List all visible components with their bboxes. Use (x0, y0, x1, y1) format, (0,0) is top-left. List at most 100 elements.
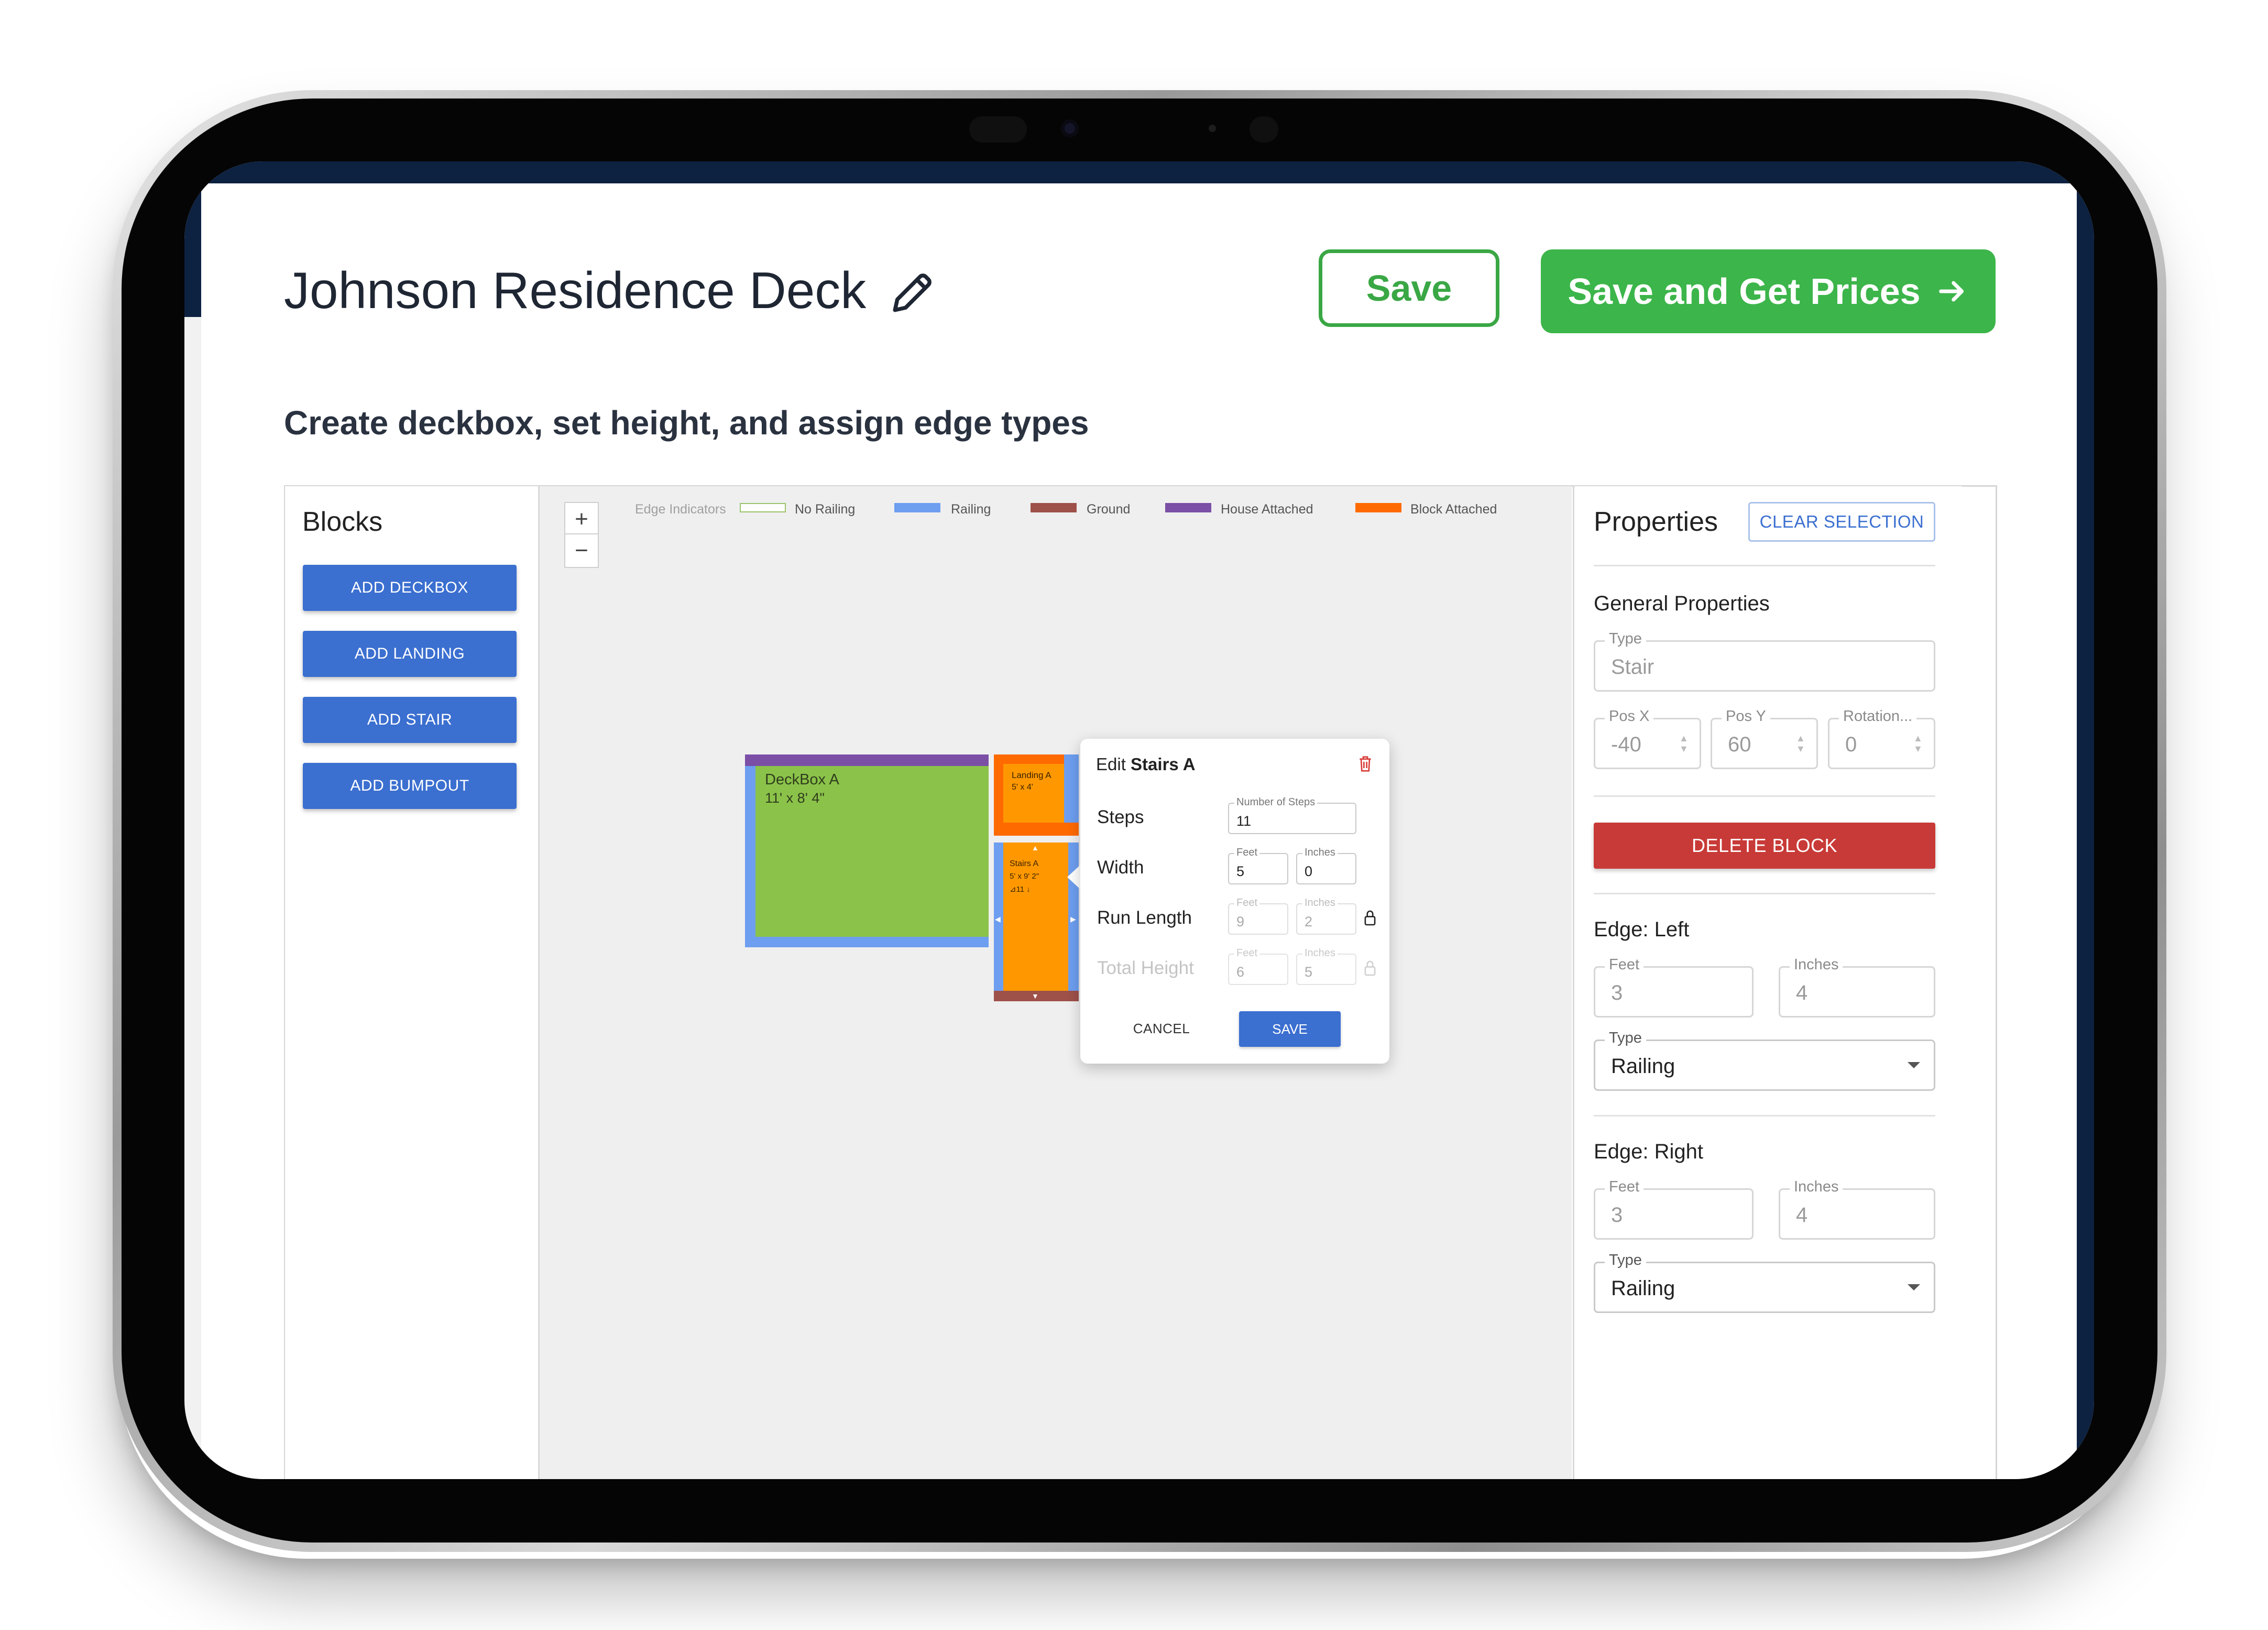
landing-name: Landing A (1012, 770, 1051, 780)
edge-left-feet-input[interactable]: Feet 3 (1594, 956, 1754, 1018)
chevron-left-icon[interactable] (1963, 1034, 1984, 1055)
number-of-steps-label: Number of Steps (1234, 796, 1318, 808)
pos-y-stepper-icon[interactable]: ▲ ▼ (1796, 733, 1805, 754)
clear-selection-button[interactable]: CLEAR SELECTION (1748, 502, 1935, 542)
zoom-in-button[interactable]: + (564, 502, 599, 537)
edge-left-type-label: Type (1605, 1030, 1646, 1047)
total-height-label: Total Height (1097, 958, 1194, 978)
legend-label-block-attached: Block Attached (1410, 502, 1497, 517)
landing-a-block[interactable]: Landing A 5' x 4' (994, 754, 1079, 836)
delete-block-button[interactable]: DELETE BLOCK (1594, 823, 1935, 869)
legend-swatch-house-attached (1165, 503, 1211, 512)
run-length-lock-icon[interactable] (1363, 910, 1377, 926)
run-length-inches-value: 2 (1305, 914, 1313, 929)
popup-cancel-button[interactable]: CANCEL (1117, 1011, 1206, 1046)
edit-stairs-popup: Edit Stairs A Steps Number of Steps 11 W… (1080, 739, 1389, 1064)
rotation-value: 0 (1845, 733, 1857, 756)
pos-y-input[interactable]: Pos Y 60 ▲ ▼ (1711, 708, 1818, 769)
rotation-label: Rotation... (1839, 708, 1917, 725)
total-height-feet-value: 6 (1236, 964, 1245, 980)
stairs-info: ⊿11 ↓ (1010, 885, 1031, 894)
run-length-feet-label: Feet (1234, 897, 1260, 909)
stairs-down-arrow-icon: ▼ (1032, 992, 1039, 1000)
add-stair-button[interactable]: ADD STAIR (303, 697, 517, 743)
properties-divider-4 (1594, 1115, 1935, 1117)
popup-title: Edit Stairs A (1096, 754, 1196, 774)
width-feet-input[interactable]: Feet 5 (1228, 847, 1288, 884)
pos-x-value: -40 (1611, 733, 1641, 756)
popup-title-name: Stairs A (1131, 754, 1196, 774)
stairs-left-arrow-icon: ◀ (995, 915, 1001, 923)
stairs-up-arrow-icon: ▲ (1032, 844, 1039, 852)
edge-left-inches-value: 4 (1796, 981, 1808, 1004)
steps-label: Steps (1097, 807, 1144, 827)
edge-right-inches-input[interactable]: Inches 4 (1779, 1178, 1935, 1240)
edge-left-inches-input[interactable]: Inches 4 (1779, 956, 1935, 1018)
pos-x-input[interactable]: Pos X -40 ▲ ▼ (1594, 708, 1701, 769)
tablet-screen: Johnson Residence Deck Save Save and Get… (184, 161, 2094, 1479)
number-of-steps-value: 11 (1236, 813, 1252, 829)
deckbox-size: 11' x 8' 4" (765, 790, 825, 806)
type-field-value: Stair (1611, 655, 1655, 679)
number-of-steps-input[interactable]: Number of Steps 11 (1228, 796, 1356, 834)
edge-right-title: Edge: Right (1594, 1140, 1704, 1163)
width-inches-value: 0 (1305, 863, 1313, 879)
camera-sensor-right (1250, 116, 1278, 143)
pos-x-label: Pos X (1605, 708, 1654, 725)
width-inches-label: Inches (1302, 847, 1338, 859)
front-camera-icon (1061, 119, 1079, 137)
page-title: Johnson Residence Deck (284, 261, 867, 319)
pos-x-stepper-icon[interactable]: ▲ ▼ (1679, 733, 1689, 754)
add-deckbox-button[interactable]: ADD DECKBOX (303, 565, 517, 611)
deckbox-a-block[interactable]: DeckBox A 11' x 8' 4" (745, 754, 989, 947)
edge-right-type-value: Railing (1611, 1277, 1675, 1300)
stairs-a-block[interactable]: ▲ ▼ ◀ ▶ Stairs A 5' x 9' 2" ⊿11 ↓ (994, 843, 1079, 1001)
edge-right-feet-label: Feet (1605, 1178, 1644, 1196)
total-height-inches-value: 5 (1305, 964, 1313, 980)
run-length-inches-input: Inches 2 (1296, 897, 1356, 935)
camera-sensor-left (969, 116, 1027, 143)
run-length-inches-label: Inches (1302, 897, 1338, 909)
run-length-feet-input: Feet 9 (1228, 897, 1288, 935)
type-field-label: Type (1605, 630, 1646, 648)
save-button[interactable]: Save (1319, 249, 1499, 327)
edge-right-type-select[interactable]: Type Railing (1594, 1252, 1935, 1313)
legend-swatch-block-attached (1355, 503, 1401, 512)
arrow-right-icon (1938, 281, 1964, 302)
stairs-size: 5' x 9' 2" (1010, 872, 1039, 881)
rotation-input[interactable]: Rotation... 0 ▲ ▼ (1828, 708, 1935, 769)
popup-save-button[interactable]: SAVE (1239, 1011, 1341, 1047)
edge-right-feet-input[interactable]: Feet 3 (1594, 1178, 1754, 1240)
zoom-out-button[interactable]: − (564, 533, 599, 568)
pencil-edit-icon[interactable] (889, 269, 936, 316)
legend-label-ground: Ground (1087, 502, 1131, 517)
add-landing-button[interactable]: ADD LANDING (303, 631, 517, 677)
edge-left-type-select[interactable]: Type Railing (1594, 1030, 1935, 1091)
edge-left-title: Edge: Left (1594, 918, 1690, 941)
properties-divider-2 (1594, 795, 1935, 797)
total-height-feet-label: Feet (1234, 947, 1260, 959)
total-height-feet-input: Feet 6 (1228, 947, 1288, 985)
total-height-inches-input: Inches 5 (1296, 947, 1356, 985)
edge-right-feet-value: 3 (1611, 1204, 1623, 1227)
total-height-lock-icon (1364, 960, 1376, 976)
legend-swatch-ground (1031, 503, 1077, 512)
add-bumpout-button[interactable]: ADD BUMPOUT (303, 763, 517, 809)
edge-left-inches-label: Inches (1790, 956, 1843, 973)
width-inches-input[interactable]: Inches 0 (1296, 847, 1356, 884)
total-height-inches-label: Inches (1302, 947, 1338, 959)
save-and-get-prices-label: Save and Get Prices (1568, 271, 1921, 312)
legend-swatch-railing (894, 503, 940, 512)
trash-icon[interactable] (1357, 754, 1374, 773)
save-and-get-prices-button[interactable]: Save and Get Prices (1541, 249, 1996, 333)
chevron-down-icon (1908, 1284, 1920, 1290)
landing-size: 5' x 4' (1012, 783, 1033, 792)
width-feet-value: 5 (1236, 863, 1245, 879)
blocks-title: Blocks (302, 507, 383, 537)
legend-title: Edge Indicators (635, 502, 726, 517)
page-subtitle: Create deckbox, set height, and assign e… (284, 404, 1089, 442)
rotation-stepper-icon[interactable]: ▲ ▼ (1913, 733, 1923, 754)
edge-right-type-label: Type (1605, 1252, 1646, 1269)
edge-right-inches-value: 4 (1796, 1204, 1808, 1227)
properties-title: Properties (1594, 507, 1718, 537)
